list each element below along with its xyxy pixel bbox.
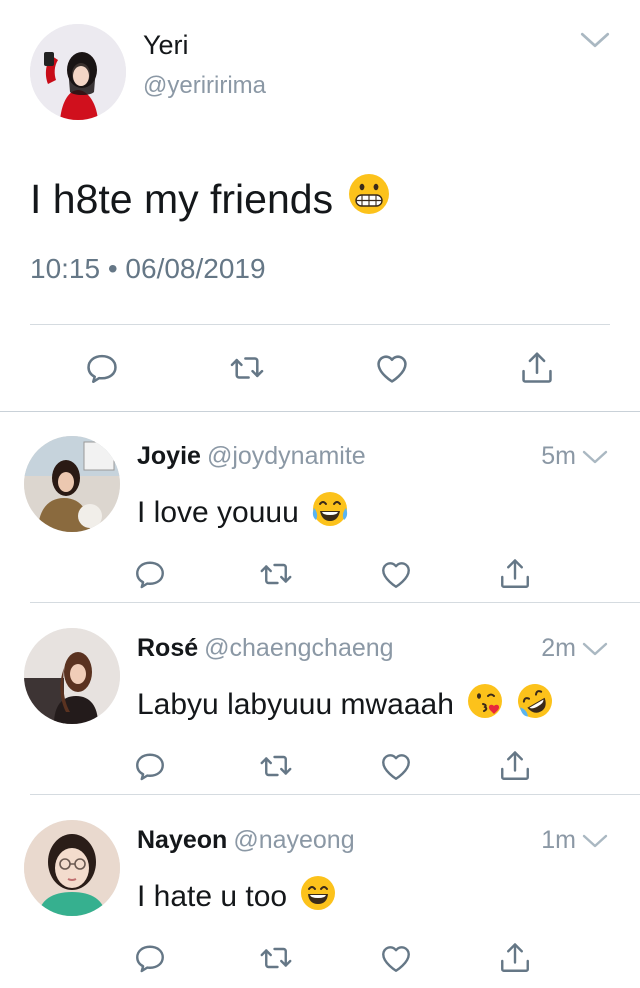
like-icon[interactable]	[372, 348, 412, 388]
divider	[30, 794, 640, 795]
chevron-down-icon[interactable]	[582, 448, 608, 466]
author-handle[interactable]: @yeriririma	[143, 72, 266, 100]
profile-photo-icon	[24, 820, 120, 916]
reply-text: Labyu labyuuu mwaaah	[137, 682, 554, 728]
retweet-icon[interactable]	[256, 938, 296, 978]
chevron-down-icon[interactable]	[582, 832, 608, 850]
reply-text-content: I love youuu	[137, 496, 299, 529]
reply-item[interactable]: Nayeon @nayeong 1m I hate u too	[0, 796, 640, 987]
reply-actions	[0, 938, 640, 978]
face-with-tears-of-joy-icon	[311, 490, 349, 536]
retweet-icon[interactable]	[256, 746, 296, 786]
retweet-icon[interactable]	[256, 554, 296, 594]
divider	[30, 324, 610, 325]
reply-header: Joyie @joydynamite	[137, 442, 366, 471]
reply-header: Rosé @chaengchaeng	[137, 634, 394, 663]
reply-actions	[0, 554, 640, 594]
rolling-on-floor-laughing-icon	[516, 682, 554, 728]
reply-text: I hate u too	[137, 874, 337, 920]
reply-icon[interactable]	[130, 746, 170, 786]
reply-author-name[interactable]: Rosé	[137, 634, 198, 662]
share-icon[interactable]	[517, 348, 557, 388]
share-icon[interactable]	[495, 938, 535, 978]
avatar[interactable]	[30, 24, 126, 120]
grinning-smiling-eyes-icon	[299, 874, 337, 920]
tweet-timestamp[interactable]: 10:15 • 06/08/2019	[30, 253, 266, 285]
tweet-actions	[0, 346, 640, 390]
profile-photo-icon	[24, 436, 120, 532]
tweet-text-content: I h8te my friends	[30, 175, 334, 222]
divider	[30, 602, 640, 603]
main-tweet: Yeri @yeriririma I h8te my friends 10:15…	[0, 0, 640, 412]
reply-header: Nayeon @nayeong	[137, 826, 355, 855]
reply-author-handle[interactable]: @nayeong	[233, 826, 354, 854]
share-icon[interactable]	[495, 554, 535, 594]
like-icon[interactable]	[376, 554, 416, 594]
profile-photo-icon	[24, 628, 120, 724]
reply-actions	[0, 746, 640, 786]
tweet-text: I h8te my friends	[30, 172, 391, 226]
reply-time[interactable]: 5m	[541, 442, 576, 471]
reply-icon[interactable]	[130, 554, 170, 594]
reply-author-handle[interactable]: @joydynamite	[207, 442, 366, 470]
avatar[interactable]	[24, 436, 120, 532]
reply-text-content: Labyu labyuuu mwaaah	[137, 688, 454, 721]
reply-icon[interactable]	[130, 938, 170, 978]
like-icon[interactable]	[376, 938, 416, 978]
face-blowing-kiss-icon	[466, 682, 504, 728]
retweet-icon[interactable]	[227, 348, 267, 388]
reply-item[interactable]: Rosé @chaengchaeng 2m Labyu labyuuu mwaaa…	[0, 604, 640, 795]
grimacing-face-icon	[347, 172, 391, 226]
reply-text: I love youuu	[137, 490, 349, 536]
reply-text-content: I hate u too	[137, 880, 288, 913]
reply-author-name[interactable]: Joyie	[137, 442, 201, 470]
reply-author-handle[interactable]: @chaengchaeng	[204, 634, 393, 662]
like-icon[interactable]	[376, 746, 416, 786]
chevron-down-icon[interactable]	[582, 640, 608, 658]
reply-author-name[interactable]: Nayeon	[137, 826, 227, 854]
reply-time[interactable]: 2m	[541, 634, 576, 663]
avatar[interactable]	[24, 820, 120, 916]
avatar[interactable]	[24, 628, 120, 724]
author-name[interactable]: Yeri	[143, 30, 189, 61]
profile-photo-icon	[30, 24, 126, 120]
reply-time[interactable]: 1m	[541, 826, 576, 855]
reply-item[interactable]: Joyie @joydynamite 5m I love youuu	[0, 412, 640, 603]
share-icon[interactable]	[495, 746, 535, 786]
reply-icon[interactable]	[82, 348, 122, 388]
chevron-down-icon[interactable]	[580, 30, 610, 50]
